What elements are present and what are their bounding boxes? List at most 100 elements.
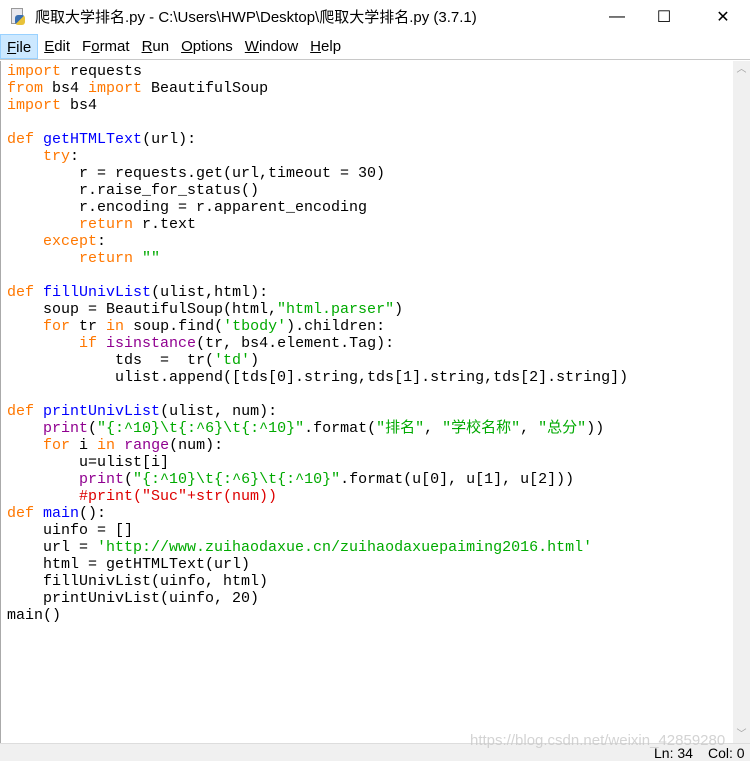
code-line: r.raise_for_status(): [7, 182, 733, 199]
code-editor[interactable]: import requests from bs4 import Beautiful…: [0, 61, 733, 743]
code-token: r.encoding = r.apparent_encoding: [7, 199, 368, 216]
code-token: :: [70, 148, 80, 165]
code-token: def: [7, 505, 35, 522]
maximize-button[interactable]: ☐: [641, 0, 687, 33]
code-token: bs4: [61, 97, 98, 114]
code-token: try: [43, 148, 71, 165]
code-line: ulist.append([tds[0].string,tds[1].strin…: [7, 369, 733, 386]
code-token: "排名": [376, 420, 425, 437]
code-token: in: [97, 437, 116, 454]
code-token: isinstance: [106, 335, 197, 352]
close-button[interactable]: ✕: [700, 0, 746, 33]
code-token: return: [79, 216, 134, 233]
menu-options[interactable]: Options: [175, 34, 239, 59]
code-line: fillUnivList(uinfo, html): [7, 573, 733, 590]
code-token: ): [250, 352, 260, 369]
code-token: "{:^10}\t{:^6}\t{:^10}": [133, 471, 341, 488]
code-token: in: [106, 318, 125, 335]
watermark: https://blog.csdn.net/weixin_42859280: [470, 732, 726, 749]
code-token: (: [88, 420, 98, 437]
title-bar: 爬取大学排名.py - C:\Users\HWP\Desktop\爬取大学排名.…: [0, 0, 750, 33]
code-token: tds = tr(: [7, 352, 215, 369]
code-line: return r.text: [7, 216, 733, 233]
code-token: ():: [79, 505, 107, 522]
code-token: fillUnivList(uinfo, html): [7, 573, 269, 590]
code-token: (url):: [142, 131, 197, 148]
code-token: 'td': [214, 352, 251, 369]
code-token: (ulist, num):: [160, 403, 278, 420]
code-token: range: [124, 437, 170, 454]
code-token: :: [97, 233, 107, 250]
code-line: r.encoding = r.apparent_encoding: [7, 199, 733, 216]
code-token: for: [43, 318, 71, 335]
code-token: for: [43, 437, 71, 454]
code-token: soup.find(: [124, 318, 224, 335]
vertical-scrollbar[interactable]: ︿ ﹀: [733, 61, 750, 743]
code-token: except: [43, 233, 98, 250]
code-line: def printUnivList(ulist, num):: [7, 403, 733, 420]
code-token: print: [79, 471, 125, 488]
code-token: def: [7, 131, 35, 148]
menu-edit[interactable]: Edit: [38, 34, 76, 59]
code-line: u=ulist[i]: [7, 454, 733, 471]
code-line: r = requests.get(url,timeout = 30): [7, 165, 733, 182]
code-line: soup = BeautifulSoup(html,"html.parser"): [7, 301, 733, 318]
scroll-up-icon[interactable]: ︿: [733, 61, 750, 78]
code-token: import: [88, 80, 143, 97]
code-token: BeautifulSoup: [142, 80, 269, 97]
code-token: tr: [70, 318, 107, 335]
code-token: requests: [61, 63, 143, 80]
code-line: from bs4 import BeautifulSoup: [7, 80, 733, 97]
code-line: import requests: [7, 63, 733, 80]
code-token: (ulist,html):: [151, 284, 269, 301]
menu-run[interactable]: Run: [136, 34, 176, 59]
code-line: for i in range(num):: [7, 437, 733, 454]
code-token: html = getHTMLText(url): [7, 556, 251, 573]
code-line: def getHTMLText(url):: [7, 131, 733, 148]
code-line: def main():: [7, 505, 733, 522]
code-token: "学校名称": [442, 420, 521, 437]
code-token: r = requests.get(url,timeout = 30): [7, 165, 386, 182]
code-token: uinfo = []: [7, 522, 134, 539]
code-token: 'tbody': [223, 318, 287, 335]
code-token: "总分": [538, 420, 587, 437]
minimize-button[interactable]: —: [594, 0, 640, 33]
code-line: html = getHTMLText(url): [7, 556, 733, 573]
code-token: print: [43, 420, 89, 437]
code-token: i: [70, 437, 98, 454]
menu-window[interactable]: Window: [239, 34, 304, 59]
code-token: ,: [424, 420, 443, 437]
code-token: r.text: [133, 216, 197, 233]
code-token: import: [7, 97, 62, 114]
code-line: #print("Suc"+str(num)): [7, 488, 733, 505]
code-token: ulist.append([tds[0].string,tds[1].strin…: [7, 369, 629, 386]
code-token: ,: [520, 420, 539, 437]
menu-help[interactable]: Help: [304, 34, 347, 59]
menu-file[interactable]: File: [0, 33, 39, 59]
code-token: main: [43, 505, 80, 522]
code-token: bs4: [43, 80, 89, 97]
scroll-down-icon[interactable]: ﹀: [733, 726, 750, 743]
code-line: tds = tr('td'): [7, 352, 733, 369]
code-line: printUnivList(uinfo, 20): [7, 590, 733, 607]
menu-format[interactable]: Format: [76, 34, 136, 59]
code-line: if isinstance(tr, bs4.element.Tag):: [7, 335, 733, 352]
code-line: return "": [7, 250, 733, 267]
code-token: (tr, bs4.element.Tag):: [196, 335, 395, 352]
code-token: (: [124, 471, 134, 488]
window-title: 爬取大学排名.py - C:\Users\HWP\Desktop\爬取大学排名.…: [35, 9, 477, 26]
code-token: getHTMLText: [43, 131, 143, 148]
code-token: def: [7, 284, 35, 301]
code-token: #print("Suc"+str(num)): [79, 488, 278, 505]
